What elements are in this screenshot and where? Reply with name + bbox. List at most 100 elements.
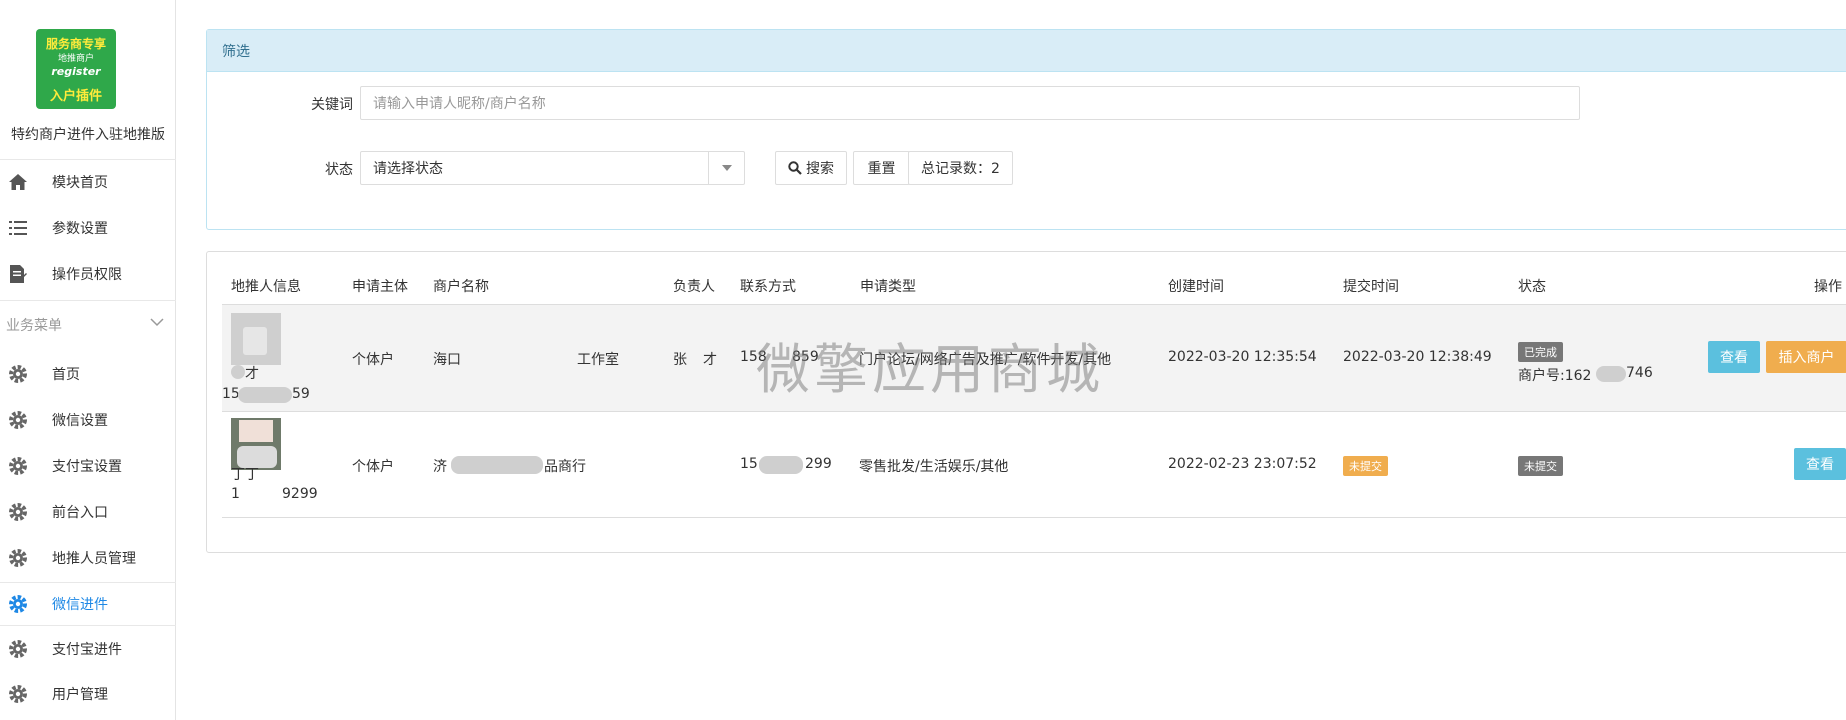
sidebar-item-alipay-settings[interactable]: 支付宝设置: [0, 444, 176, 488]
search-icon: [788, 161, 802, 175]
search-button[interactable]: 搜索: [775, 151, 847, 185]
sidebar-divider: [0, 300, 176, 301]
merchant-name-prefix: 济: [433, 459, 447, 475]
merchant-number-suffix: 746: [1626, 365, 1653, 381]
sidebar-item-params[interactable]: 参数设置: [0, 206, 176, 250]
merchant-number-prefix: 商户号:162: [1518, 368, 1592, 384]
promoter-phone-suffix: 59: [292, 386, 310, 402]
gear-icon: [8, 594, 28, 614]
promoter-phone-suffix: 9299: [282, 486, 318, 502]
status-select-value: 请选择状态: [373, 161, 443, 177]
sidebar-item-label: 模块首页: [52, 175, 108, 191]
column-header: 申请主体: [352, 279, 408, 295]
avatar: [231, 418, 281, 470]
logo-line-4: 入户插件: [49, 89, 102, 104]
list-icon: [8, 218, 28, 238]
sidebar-item-label: 微信设置: [52, 413, 108, 429]
column-header: 创建时间: [1168, 279, 1224, 295]
filter-panel: 筛选 关键词 请输入申请人昵称/商户名称 状态 请选择状态 搜索 重置 总记录数…: [206, 29, 1846, 230]
gear-icon: [8, 684, 28, 704]
merchant-name-suffix: 工作室: [577, 352, 619, 368]
app-name: 特约商户进件入驻地推版: [11, 127, 165, 143]
chevron-down-icon[interactable]: [150, 315, 164, 331]
view-button[interactable]: 查看: [1794, 448, 1846, 480]
sidebar-item-label: 参数设置: [52, 221, 108, 237]
app-root: 服务商专享 地推商户 register 入户插件 特约商户进件入驻地推版 模块首…: [0, 0, 1846, 720]
sidebar-item-label: 支付宝设置: [52, 459, 122, 475]
reset-button[interactable]: 重置: [853, 151, 910, 185]
sidebar-item-frontend-entry[interactable]: 前台入口: [0, 490, 176, 534]
created-time: 2022-02-23 23:07:52: [1168, 456, 1317, 472]
submitted-badge-not-submitted: 未提交: [1343, 456, 1388, 476]
column-header: 操作: [1814, 279, 1842, 295]
redaction-blur: [1596, 366, 1626, 382]
column-header: 负责人: [673, 279, 715, 295]
table-row: 丁丁 1 9299 个体户 济 品商行 15 299 零售批发/生活娱乐/其他 …: [222, 411, 1846, 518]
phone-prefix: 15: [740, 456, 758, 472]
column-header: 申请类型: [860, 279, 916, 295]
merchant-name-prefix: 海口: [433, 352, 461, 368]
created-time: 2022-03-20 12:35:54: [1168, 349, 1317, 365]
avatar: [231, 313, 281, 365]
sidebar-item-label: 操作员权限: [52, 267, 122, 283]
watermark: 微擎应用商城: [756, 338, 1104, 401]
redaction-blur: [238, 387, 292, 403]
view-button[interactable]: 查看: [1708, 341, 1760, 373]
keyword-search-input[interactable]: 请输入申请人昵称/商户名称: [360, 86, 1580, 120]
submitted-time: 2022-03-20 12:38:49: [1343, 349, 1492, 365]
column-header: 商户名称: [433, 279, 489, 295]
sidebar-item-wechat-onboarding[interactable]: 微信进件: [0, 582, 176, 626]
sidebar-item-wechat-settings[interactable]: 微信设置: [0, 398, 176, 442]
sidebar-item-label: 微信进件: [52, 597, 108, 613]
logo-line-3: register: [51, 65, 101, 78]
edit-doc-icon: [8, 264, 28, 284]
redaction-blur: [759, 456, 803, 474]
subject-cell: 个体户: [352, 459, 394, 475]
gear-icon: [8, 548, 28, 568]
status-badge-completed: 已完成: [1518, 342, 1563, 362]
column-header: 联系方式: [740, 279, 796, 295]
application-type: 零售批发/生活娱乐/其他: [859, 459, 1009, 475]
status-badge-not-submitted: 未提交: [1518, 456, 1563, 476]
keyword-label: 关键词: [311, 97, 353, 113]
sidebar-item-module-home[interactable]: 模块首页: [0, 160, 176, 204]
promoter-phone-prefix: 1: [231, 486, 240, 502]
column-header: 地推人信息: [231, 279, 301, 295]
sidebar: 服务商专享 地推商户 register 入户插件 特约商户进件入驻地推版 模块首…: [0, 0, 176, 720]
sidebar-item-label: 支付宝进件: [52, 642, 122, 658]
insert-merchant-button[interactable]: 插入商户: [1766, 341, 1846, 373]
subject-cell: 个体户: [352, 352, 394, 368]
owner-name-last: 才: [703, 352, 717, 368]
status-label: 状态: [325, 162, 353, 178]
sidebar-item-label: 地推人员管理: [52, 551, 136, 567]
logo-line-1: 服务商专享: [45, 37, 106, 51]
filter-panel-title: 筛选: [207, 30, 1846, 72]
home-icon: [8, 172, 28, 192]
caret-down-icon: [708, 152, 744, 184]
promoter-name: 丁丁: [231, 467, 259, 483]
sidebar-item-user-management[interactable]: 用户管理: [0, 672, 176, 716]
sidebar-item-promoter-management[interactable]: 地推人员管理: [0, 536, 176, 580]
gear-icon: [8, 364, 28, 384]
total-records: 总记录数：2: [908, 151, 1013, 185]
redaction-blur: [231, 365, 245, 379]
column-header: 状态: [1518, 279, 1546, 295]
owner-name-first: 张: [673, 352, 687, 368]
column-header: 提交时间: [1343, 279, 1399, 295]
sidebar-item-home[interactable]: 首页: [0, 352, 176, 396]
sidebar-item-label: 首页: [52, 367, 80, 383]
gear-icon: [8, 410, 28, 430]
section-title-business-menu[interactable]: 业务菜单: [6, 315, 62, 335]
gear-icon: [8, 456, 28, 476]
status-select[interactable]: 请选择状态: [360, 151, 745, 185]
gear-icon: [8, 639, 28, 659]
sidebar-item-label: 前台入口: [52, 505, 108, 521]
search-button-label: 搜索: [806, 161, 834, 177]
promoter-name: 才: [245, 366, 259, 382]
gear-icon: [8, 502, 28, 522]
sidebar-item-operator-permissions[interactable]: 操作员权限: [0, 252, 176, 296]
app-logo[interactable]: 服务商专享 地推商户 register 入户插件: [36, 29, 116, 109]
phone-suffix: 299: [805, 456, 832, 472]
sidebar-item-alipay-onboarding[interactable]: 支付宝进件: [0, 627, 176, 671]
logo-line-2: 地推商户: [57, 54, 94, 64]
